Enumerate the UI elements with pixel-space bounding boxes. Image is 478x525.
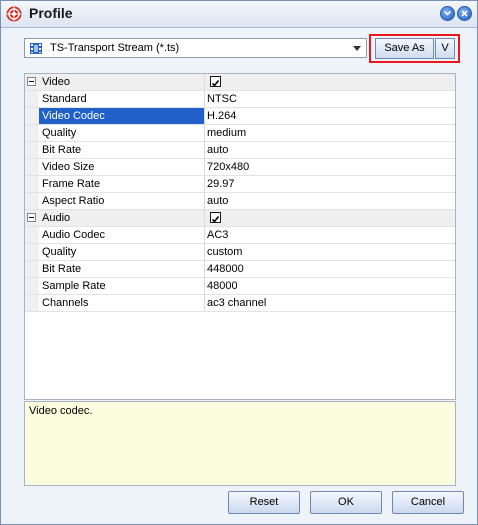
- property-name: Audio Codec: [39, 227, 205, 243]
- collapse-toggle-icon[interactable]: [27, 77, 36, 86]
- format-selected-value: TS-Transport Stream (*.ts): [50, 42, 180, 54]
- property-name: Video Codec: [39, 108, 205, 124]
- property-row-audio-bit-rate[interactable]: Bit Rate 448000: [25, 261, 455, 278]
- property-value[interactable]: 29.97: [207, 176, 235, 192]
- video-enabled-checkbox[interactable]: [210, 76, 221, 87]
- save-as-button[interactable]: Save As: [375, 38, 434, 59]
- close-icon: [461, 10, 468, 17]
- category-video[interactable]: Video: [25, 74, 455, 91]
- property-name: Bit Rate: [39, 142, 205, 158]
- property-name: Bit Rate: [39, 261, 205, 277]
- property-row-audio-codec[interactable]: Audio Codec AC3: [25, 227, 455, 244]
- property-name: Quality: [39, 244, 205, 260]
- property-value[interactable]: 720x480: [207, 159, 249, 175]
- property-row-quality[interactable]: Quality medium: [25, 125, 455, 142]
- property-value[interactable]: auto: [207, 142, 228, 158]
- title-bar: Profile: [1, 1, 477, 28]
- property-row-sample-rate[interactable]: Sample Rate 48000: [25, 278, 455, 295]
- property-value[interactable]: 448000: [207, 261, 244, 277]
- close-button[interactable]: [457, 6, 472, 21]
- property-name: Video Size: [39, 159, 205, 175]
- reset-button[interactable]: Reset: [228, 491, 300, 514]
- dialog-content: TS-Transport Stream (*.ts) Save As V Vid…: [8, 28, 470, 519]
- cancel-button[interactable]: Cancel: [392, 491, 464, 514]
- property-value[interactable]: medium: [207, 125, 246, 141]
- property-row-aspect-ratio[interactable]: Aspect Ratio auto: [25, 193, 455, 210]
- save-as-dropdown-button[interactable]: V: [435, 38, 455, 59]
- property-row-standard[interactable]: Standard NTSC: [25, 91, 455, 108]
- property-row-video-codec[interactable]: Video Codec H.264: [25, 108, 455, 125]
- checkmark-icon: [211, 80, 220, 87]
- property-row-bit-rate[interactable]: Bit Rate auto: [25, 142, 455, 159]
- property-value[interactable]: 48000: [207, 278, 238, 294]
- property-name: Sample Rate: [39, 278, 205, 294]
- property-value[interactable]: ac3 channel: [207, 295, 266, 311]
- property-row-channels[interactable]: Channels ac3 channel: [25, 295, 455, 312]
- property-name: Frame Rate: [39, 176, 205, 192]
- property-name: Standard: [39, 91, 205, 107]
- collapse-button[interactable]: [440, 6, 455, 21]
- property-row-audio-quality[interactable]: Quality custom: [25, 244, 455, 261]
- property-name: Quality: [39, 125, 205, 141]
- category-label: Video: [39, 74, 205, 90]
- description-text: Video codec.: [29, 405, 93, 417]
- format-dropdown[interactable]: TS-Transport Stream (*.ts): [24, 38, 367, 58]
- category-label: Audio: [39, 210, 205, 226]
- profile-window: Profile TS-Transport Stream (*.ts) Save …: [0, 0, 478, 525]
- property-value[interactable]: AC3: [207, 227, 228, 243]
- property-value[interactable]: auto: [207, 193, 228, 209]
- window-title: Profile: [29, 5, 73, 21]
- category-audio[interactable]: Audio: [25, 210, 455, 227]
- audio-enabled-checkbox[interactable]: [210, 212, 221, 223]
- ok-button[interactable]: OK: [310, 491, 382, 514]
- dropdown-arrow-icon[interactable]: [350, 41, 364, 55]
- chevron-down-icon: [443, 10, 452, 16]
- property-grid: Video Standard NTSC Video Codec H.264 Qual…: [24, 73, 456, 400]
- property-name: Channels: [39, 295, 205, 311]
- collapse-toggle-icon[interactable]: [27, 213, 36, 222]
- property-value[interactable]: NTSC: [207, 91, 237, 107]
- property-row-video-size[interactable]: Video Size 720x480: [25, 159, 455, 176]
- description-panel: Video codec.: [24, 401, 456, 486]
- property-value[interactable]: custom: [207, 244, 242, 260]
- property-name: Aspect Ratio: [39, 193, 205, 209]
- film-icon: [30, 43, 42, 54]
- property-value[interactable]: H.264: [207, 108, 236, 124]
- app-logo-icon: [6, 6, 22, 22]
- property-row-frame-rate[interactable]: Frame Rate 29.97: [25, 176, 455, 193]
- checkmark-icon: [211, 216, 220, 223]
